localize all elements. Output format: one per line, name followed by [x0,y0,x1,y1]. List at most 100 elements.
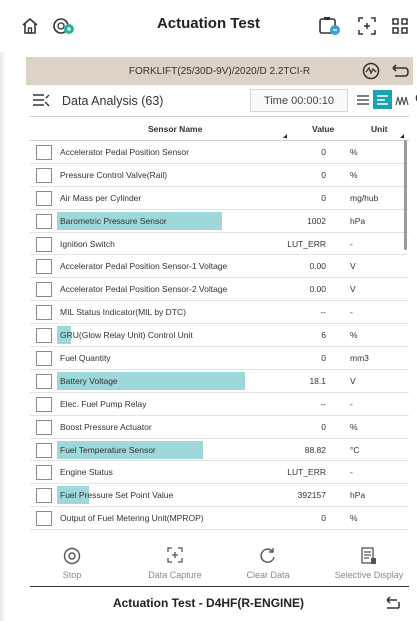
sensor-unit: - [350,238,353,249]
sensor-value: -- [320,307,326,318]
row-checkbox[interactable] [36,282,52,298]
sensor-value: 0 [321,169,326,180]
list-view-icon[interactable] [356,93,370,107]
table-row[interactable]: Accelerator Pedal Position Sensor-2 Volt… [30,278,409,302]
sensor-unit: mg/hub [350,192,379,203]
sensor-unit: V [350,284,356,295]
data-analysis-label: Data Analysis (63) [62,94,164,108]
row-checkbox[interactable] [36,145,52,160]
row-checkbox[interactable] [36,167,52,183]
sensor-value: 0 [321,192,326,203]
row-checkbox[interactable] [36,351,52,367]
graph-view-icon[interactable] [395,93,409,107]
exit-icon[interactable] [385,596,401,613]
table-row[interactable]: Fuel Quantity 0 mm3 [30,347,409,370]
row-checkbox[interactable] [36,488,52,504]
sensor-name: Accelerator Pedal Position Sensor-2 Volt… [60,284,228,295]
row-checkbox[interactable] [36,396,52,412]
sensor-value: 0 [321,513,326,524]
table-row[interactable]: Output of Fuel Metering Unit(MPROP) 0% [30,507,409,531]
sensor-name: Air Mass per Cylinder [60,192,142,203]
sensor-unit: - [350,307,353,318]
home-icon[interactable] [18,14,42,38]
vehicle-name: FORKLIFT(25/30D-9V)/2020/D 2.2TCI-R [128,65,311,77]
vehicle-info-bar: FORKLIFT(25/30D-9V)/2020/D 2.2TCI-R [26,57,413,85]
sensor-unit: % [350,421,358,432]
capture-icon [167,547,183,567]
row-checkbox[interactable] [36,259,52,275]
table-row[interactable]: Accelerator Pedal Position Sensor 0% [30,141,409,164]
table-row[interactable]: Fuel Temperature Sensor 88.82 °C [30,438,409,462]
sensor-name: Boost Pressure Actuator [60,421,152,432]
table-row[interactable]: Air Mass per Cylinder 0 mg/hub [30,186,409,210]
sensor-unit: % [350,330,358,341]
column-header-sensor-name[interactable]: Sensor Name [148,124,202,134]
sensor-name: MIL Status Indicator(MIL by DTC) [60,307,186,318]
table-row[interactable]: Fuel Pressure Set Point Value 392157 hPa [30,484,409,508]
sensor-name-cell: Ignition Switch [57,233,289,255]
sensor-unit: °C [350,444,360,455]
row-checkbox[interactable] [36,328,52,344]
sensor-unit: mm3 [350,353,369,364]
sensor-value: 1002 [307,215,326,226]
refresh-icon [259,547,277,567]
sensor-name: Battery Voltage [60,375,118,386]
grid-icon[interactable] [388,14,412,38]
sensor-name-cell: Accelerator Pedal Position Sensor-2 Volt… [57,278,289,300]
stop-button[interactable]: Stop [52,547,92,580]
row-checkbox[interactable] [36,511,52,527]
sensor-unit: V [350,375,356,386]
sensor-name: Output of Fuel Metering Unit(MPROP) [60,513,204,524]
table-row[interactable]: Boost Pressure Actuator 0% [30,415,409,439]
sensor-name-cell: MIL Status Indicator(MIL by DTC) [57,301,289,323]
selective-display-button[interactable]: Selective Display [331,547,407,580]
sensor-name-cell: Fuel Pressure Set Point Value [57,484,289,506]
snapshot-icon[interactable] [318,14,342,38]
table-row[interactable]: Ignition Switch LUT_ERR - [30,232,409,256]
sensor-name-cell: Fuel Quantity [57,347,289,369]
text-view-icon[interactable] [373,90,392,109]
table-row[interactable]: Elec. Fuel Pump Relay -- - [30,392,409,416]
sensor-name-cell: Engine Status [57,461,289,483]
capture-icon[interactable] [355,14,379,38]
scrollbar[interactable] [404,140,407,250]
row-checkbox[interactable] [36,442,52,458]
sensor-name-cell: Elec. Fuel Pump Relay [57,393,289,415]
stop-label: Stop [62,570,82,580]
row-checkbox[interactable] [36,236,52,252]
sensor-name: Fuel Quantity [60,353,111,364]
sensor-value: LUT_ERR [287,238,326,249]
row-checkbox[interactable] [36,419,52,435]
sensor-name: GRU(Glow Relay Unit) Control Unit [60,330,193,341]
column-header-value[interactable]: Value [312,124,334,134]
clear-data-button[interactable]: Clear Data [238,547,298,580]
sensor-value: -- [320,398,326,409]
elapsed-time: Time 00:00:10 [250,89,348,112]
battery-icon[interactable] [362,62,380,80]
table-row[interactable]: GRU(Glow Relay Unit) Control Unit 6% [30,324,409,348]
sensor-unit: hPa [350,215,366,226]
table-row[interactable]: Engine Status LUT_ERR - [30,461,409,485]
vci-connection-icon[interactable] [52,14,76,38]
left-edge-shadow [0,0,6,621]
sensor-name: Accelerator Pedal Position Sensor-1 Volt… [60,261,228,272]
column-header-unit[interactable]: Unit [371,124,388,134]
table-row[interactable]: Accelerator Pedal Position Sensor-1 Volt… [30,255,409,279]
table-row[interactable]: MIL Status Indicator(MIL by DTC) -- - [30,301,409,325]
row-checkbox[interactable] [36,465,52,481]
back-icon[interactable] [390,62,410,80]
sensor-name: Fuel Temperature Sensor [60,444,156,455]
selective-display-label: Selective Display [334,570,404,580]
row-checkbox[interactable] [36,213,52,229]
row-checkbox[interactable] [36,190,52,206]
row-checkbox[interactable] [36,305,52,321]
sensor-unit: - [350,398,353,409]
sensor-name: Engine Status [60,467,113,478]
table-row[interactable]: Barometric Pressure Sensor 1002 hPa [30,209,409,233]
table-row[interactable]: Battery Voltage 18.1 V [30,369,409,393]
data-capture-button[interactable]: Data Capture [135,547,215,580]
row-checkbox[interactable] [36,373,52,389]
clear-data-label: Clear Data [246,570,290,580]
sensor-unit: % [350,513,358,524]
table-row[interactable]: Pressure Control Valve(Rail) 0% [30,163,409,187]
